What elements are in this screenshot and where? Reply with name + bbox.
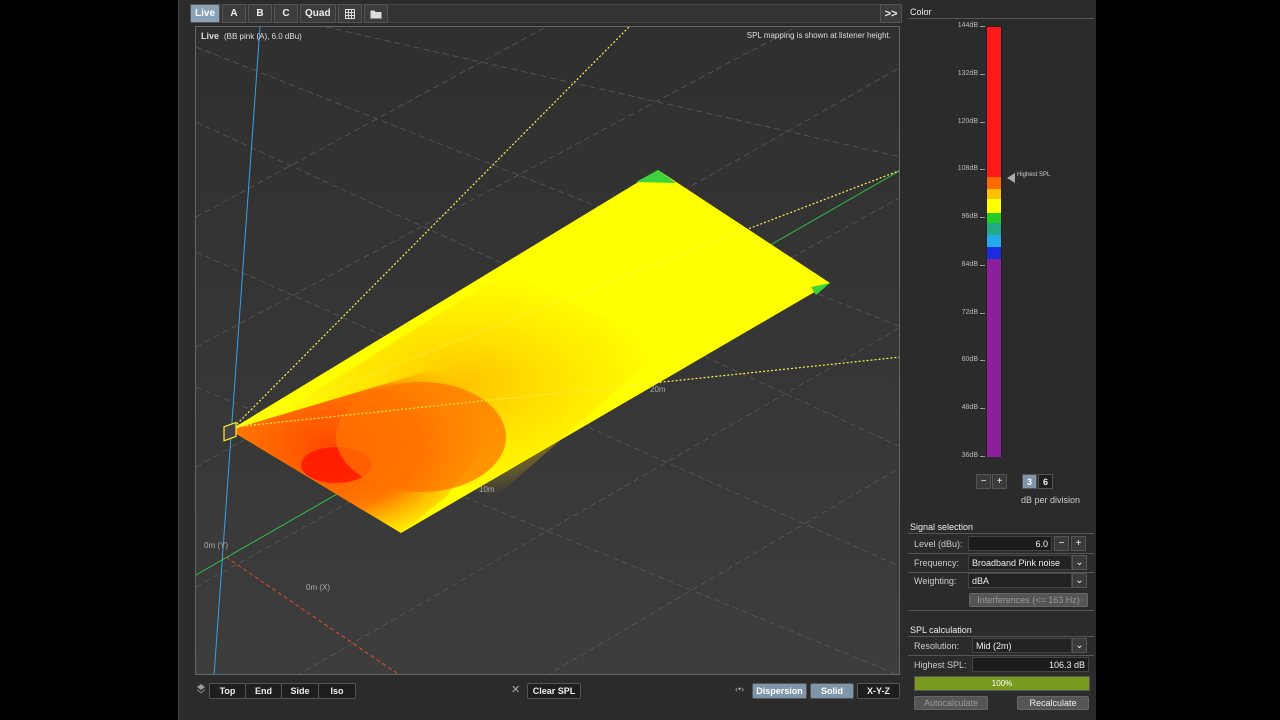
level-plus-button[interactable]: + (1071, 536, 1086, 551)
scale-tick-mark (980, 264, 985, 266)
scale-tick-mark (980, 73, 985, 75)
frequency-select[interactable]: Broadband Pink noise (968, 555, 1072, 570)
scale-tick-label: 108dB (957, 165, 978, 173)
dispersion-button[interactable]: Dispersion (752, 683, 807, 699)
tab-c[interactable]: C (274, 4, 299, 23)
axis-z (213, 27, 261, 674)
highest-spl-value: 106.3 dB (972, 657, 1089, 672)
spl-3d-scene (196, 27, 899, 674)
solid-button[interactable]: Solid (810, 683, 854, 699)
folder-icon[interactable] (363, 4, 388, 23)
div-caption: dB per division (1021, 495, 1081, 505)
div-6-button[interactable]: 6 (1038, 474, 1053, 489)
axis-y (225, 556, 399, 674)
scale-tick-mark (980, 217, 985, 219)
autocalculate-button[interactable]: Autocalculate (914, 696, 988, 710)
axis-x-label: 0m (X) (306, 583, 330, 592)
scale-tick-label: 48dB (961, 404, 978, 412)
view-top-button[interactable]: Top (209, 683, 246, 699)
scale-tick-label: 72dB (961, 308, 978, 316)
viewport-title: Live (201, 31, 220, 41)
close-icon[interactable]: ✕ (511, 683, 520, 696)
level-label: Level (dBu): (914, 539, 963, 549)
scale-plus-button[interactable]: + (992, 474, 1007, 489)
view-iso-button[interactable]: Iso (318, 683, 356, 699)
speaker-icon (223, 421, 237, 442)
progress-bar: 100% (914, 676, 1090, 691)
signal-info: (BB pink (A), 6.0 dBu) (224, 32, 302, 41)
interferences-button[interactable]: Interferences (<= 163 Hz) (969, 593, 1088, 607)
dispersion-icon: ‹•› (735, 684, 745, 694)
color-title: Color (910, 7, 932, 17)
scale-tick-label: 144dB (957, 22, 978, 29)
scale-tick-mark (980, 456, 985, 457)
resolution-select[interactable]: Mid (2m) (972, 638, 1072, 653)
scale-tick-label: 60dB (961, 356, 978, 364)
spl-color-scale (986, 26, 1002, 457)
expand-button[interactable]: >> (880, 4, 902, 23)
spl-viewport[interactable]: Live (BB pink (A), 6.0 dBu) SPL mapping … (195, 26, 900, 675)
scale-tick-mark (980, 312, 985, 314)
highest-spl-marker-icon (1007, 170, 1015, 188)
scale-tick-label: 132dB (957, 69, 978, 77)
level-minus-button[interactable]: − (1054, 536, 1069, 551)
right-panel: Color 144dB 132dB 120dB 108dB 96dB 84dB 72dB 60… (906, 0, 1096, 720)
scale-tick-label: 84dB (961, 260, 978, 268)
highest-spl-label: Highest SPL: (914, 660, 967, 670)
axis-y-label: 0m (Y) (204, 541, 228, 550)
scale-tick-mark (980, 169, 985, 171)
scale-tick-mark (980, 408, 985, 410)
scale-tick-label: 96dB (961, 213, 978, 221)
chevron-down-icon[interactable]: ⌄ (1072, 638, 1087, 653)
view-side-button[interactable]: Side (281, 683, 319, 699)
distance-10m: 10m (479, 485, 495, 494)
chevron-down-icon[interactable]: ⌄ (1072, 555, 1087, 570)
tab-live[interactable]: Live (190, 4, 221, 23)
recalculate-button[interactable]: Recalculate (1017, 696, 1089, 710)
height-note: SPL mapping is shown at listener height. (746, 31, 891, 40)
scale-tick-label: 36dB (961, 452, 978, 459)
clear-spl-button[interactable]: Clear SPL (527, 683, 581, 699)
scale-minus-button[interactable]: − (976, 474, 991, 489)
table-icon[interactable] (337, 4, 362, 23)
frequency-label: Frequency: (914, 558, 960, 568)
chevron-down-icon[interactable]: ⌄ (1072, 573, 1087, 588)
views-icon (197, 684, 205, 697)
xyz-button[interactable]: X-Y-Z (857, 683, 900, 699)
highest-spl-marker-label: Highest SPL (1017, 172, 1051, 178)
div-3-button[interactable]: 3 (1022, 474, 1037, 489)
scale-tick-label: 120dB (957, 117, 978, 125)
weighting-select[interactable]: dBA (968, 573, 1072, 588)
spl-title: SPL calculation (910, 625, 972, 635)
scale-tick-mark (980, 360, 985, 362)
resolution-label: Resolution: (914, 641, 960, 651)
spl-map (230, 170, 830, 533)
tab-b[interactable]: B (248, 4, 273, 23)
view-end-button[interactable]: End (245, 683, 282, 699)
signal-title: Signal selection (910, 522, 974, 532)
scale-tick-mark (980, 26, 985, 27)
distance-20m: 20m (650, 385, 666, 394)
tab-quad[interactable]: Quad (300, 4, 336, 23)
view-tabs: Live A B C Quad (190, 4, 388, 23)
progress-label: 100% (991, 679, 1013, 688)
scale-tick-mark (980, 121, 985, 123)
level-input[interactable]: 6.0 (968, 536, 1052, 551)
tab-a[interactable]: A (222, 4, 247, 23)
weighting-label: Weighting: (914, 576, 957, 586)
